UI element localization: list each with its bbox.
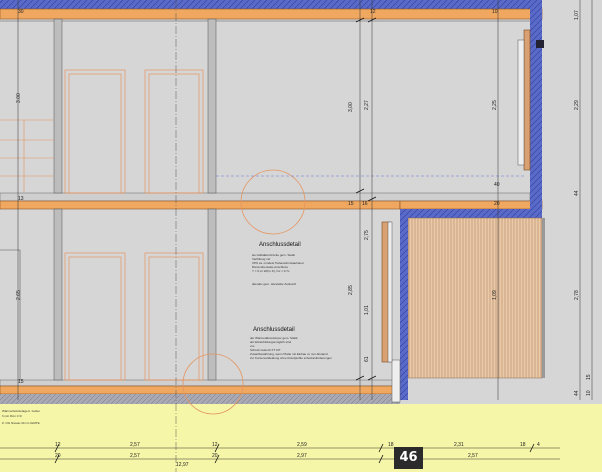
- dim-b2-5: 2,57: [468, 453, 478, 459]
- slab-mark-5: 16: [362, 201, 368, 207]
- dim-b1-2: 2,57: [130, 442, 140, 448]
- drawing-sheet: 3.00 2.65 3,00 2,27 2,85 2,75 1,01 61 2,…: [0, 0, 602, 472]
- slab-mark-7: 40: [494, 182, 500, 188]
- dim-bottom-level: 12,97: [176, 462, 189, 468]
- dim-right-8: 1,09: [492, 290, 498, 300]
- svg-text:zur Konterverkleidung ohne Run: zur Konterverkleidung ohne Rundprofile s…: [250, 356, 332, 360]
- dim-far-right-6: 10: [586, 390, 592, 396]
- section-drawing: 3.00 2.65 3,00 2,27 2,85 2,75 1,01 61 2,…: [0, 0, 602, 472]
- dim-right-4: 2,75: [364, 230, 370, 240]
- dim-right-3: 2,85: [348, 285, 354, 295]
- dim-b1-5: 18: [388, 442, 394, 448]
- lower-window-frame: [381, 221, 393, 363]
- window-fixing-icon: [536, 40, 544, 48]
- dim-far-right-1: 1,07: [574, 10, 580, 20]
- dim-right-7: 2,25: [492, 100, 498, 110]
- dim-b1-6: 2,31: [454, 442, 464, 448]
- dim-storey-lower-left: 2.65: [16, 290, 22, 300]
- dim-right-6: 61: [364, 356, 370, 362]
- dim-far-right-2: 2,29: [574, 100, 580, 110]
- dim-far-right-7: 15: [586, 374, 592, 380]
- detail-title-lower: Anschlussdetail: [253, 327, 295, 333]
- dim-b1-3: 12: [212, 442, 218, 448]
- dim-b2-2: 2,57: [130, 453, 140, 459]
- cladding-block: [391, 210, 545, 403]
- dim-b2-4: 2,97: [297, 453, 307, 459]
- detail-title-upper: Anschlussdetail: [259, 242, 301, 248]
- slab-mark-8: 13: [18, 196, 24, 202]
- dim-b1-7: 18: [520, 442, 526, 448]
- dim-b1-4: 2,59: [297, 442, 307, 448]
- dimension-strip: [0, 404, 602, 472]
- svg-text:Wärmschutzanlage lt. Gutter: Wärmschutzanlage lt. Gutter: [2, 409, 40, 413]
- slab-mark-1: 30: [18, 9, 24, 15]
- page-number-badge: 46: [394, 447, 423, 469]
- dim-b2-1: 20: [55, 453, 61, 459]
- dim-b1-8: 4: [537, 442, 540, 448]
- slab-mark-3: 10: [492, 9, 498, 15]
- dim-far-right-3: 44: [574, 190, 580, 196]
- dim-far-right-4: 2,78: [574, 290, 580, 300]
- dim-right-2: 2,27: [364, 100, 370, 110]
- svg-text:h min 8cm z=0: h min 8cm z=0: [2, 414, 22, 418]
- slab-mark-9: 15: [18, 379, 24, 385]
- dim-b1-1: 12: [55, 442, 61, 448]
- svg-text:Z. OG Niveau 30 cm IGMTE: Z. OG Niveau 30 cm IGMTE: [2, 421, 40, 425]
- svg-text:alterativ gem. Hersteller Ausk: alterativ gem. Hersteller Auskunft: [252, 282, 296, 286]
- slab-mark-2: 12: [370, 9, 376, 15]
- slab-mark-6: 20: [494, 201, 500, 207]
- dim-right-1: 3,00: [348, 102, 354, 112]
- dim-b2-3: 20: [212, 453, 218, 459]
- svg-text:Y = 0,xx W/(m·K), fxx = 0,7x: Y = 0,xx W/(m·K), fxx = 0,7x: [252, 269, 290, 273]
- bottom-slab: [0, 379, 401, 404]
- dim-storey-upper-left: 3.00: [16, 93, 22, 103]
- top-slab: [0, 0, 543, 22]
- dim-right-5: 1,01: [364, 305, 370, 315]
- dim-far-right-5: 44: [574, 390, 580, 396]
- svg-text:als Weiterbildungsmöglich sind: als Weiterbildungsmöglich sind: [250, 340, 291, 344]
- slab-mark-4: 15: [348, 201, 354, 207]
